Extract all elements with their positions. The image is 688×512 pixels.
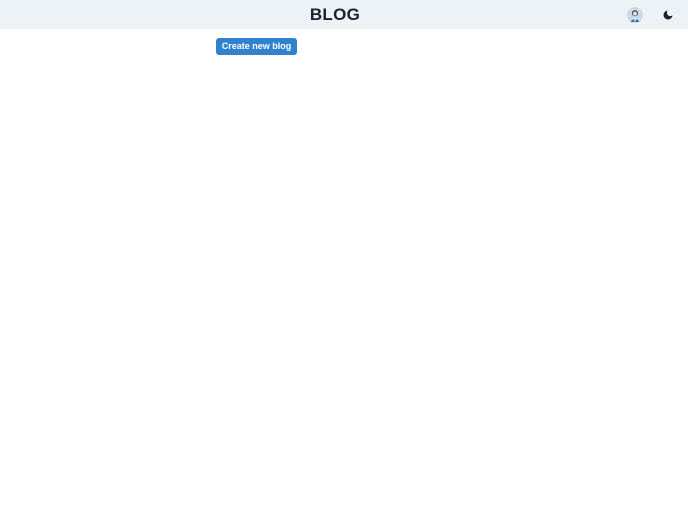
brand-title[interactable]: BLOG	[0, 0, 670, 29]
top-navbar: BLOG	[0, 0, 688, 29]
user-avatar-icon[interactable]	[627, 7, 643, 23]
create-new-blog-button[interactable]: Create new blog	[216, 38, 297, 55]
moon-icon[interactable]	[659, 6, 677, 24]
